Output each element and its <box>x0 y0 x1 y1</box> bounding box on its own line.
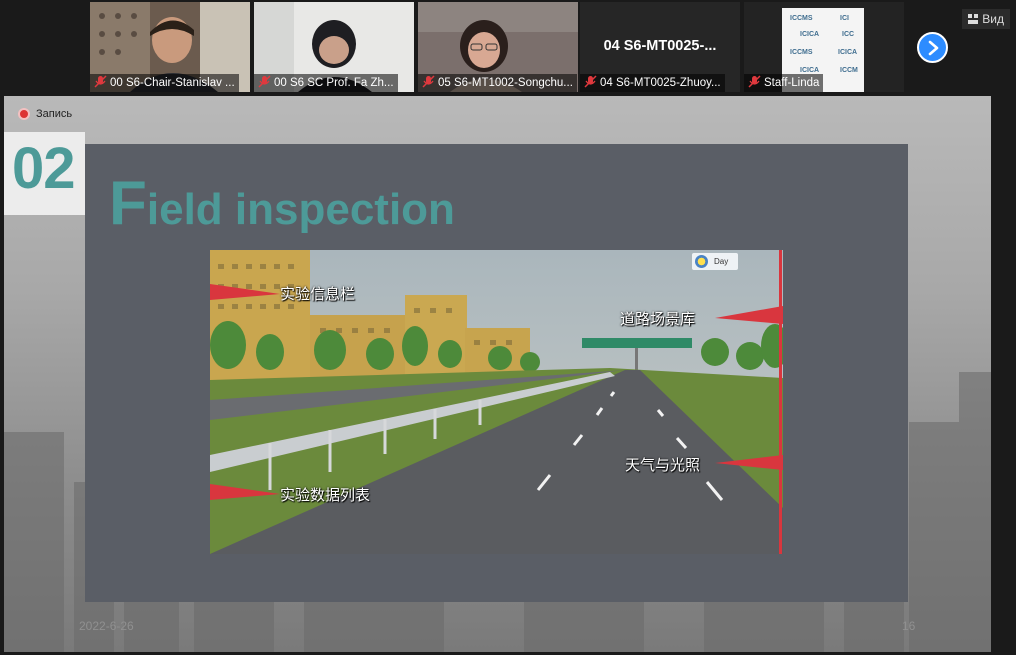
svg-text:ICICA: ICICA <box>800 31 819 38</box>
svg-text:ICCMS: ICCMS <box>790 15 813 22</box>
mic-muted-icon <box>422 75 435 88</box>
recording-indicator: Запись <box>18 108 72 120</box>
svg-text:ICCMS: ICCMS <box>790 49 813 56</box>
mic-muted-icon <box>584 75 597 88</box>
annotation-experiment-info: 实验信息栏 <box>280 286 356 303</box>
svg-text:ICI: ICI <box>840 15 849 22</box>
shared-screen: Запись 02 Field inspection Day 实验信息栏 道路场… <box>4 96 991 652</box>
next-page-button[interactable] <box>917 32 948 63</box>
grid-view-icon <box>968 14 979 24</box>
driving-simulator-screenshot: Day 实验信息栏 道路场景库 天气与光照 实验数据列表 <box>210 250 783 554</box>
section-number: 02 <box>12 136 76 201</box>
participant-display-name: 04 S6-MT0025-... <box>603 38 717 54</box>
chevron-right-icon <box>928 40 939 56</box>
participant-tile[interactable]: 04 S6-MT0025-... 04 S6-MT0025-Zhuoy... <box>580 2 740 92</box>
participant-name: 00 S6 SC Prof. Fa Zh... <box>254 74 398 92</box>
recording-label: Запись <box>36 108 73 120</box>
day-mode-badge: Day <box>692 253 738 270</box>
sun-icon <box>695 255 708 268</box>
record-icon <box>18 108 30 120</box>
participant-name: Staff-Linda <box>744 74 824 92</box>
slide-date: 2022-6-26 <box>79 619 134 633</box>
svg-text:ICCM: ICCM <box>840 67 858 74</box>
view-button[interactable]: Вид <box>962 9 1010 29</box>
mic-muted-icon <box>258 75 271 88</box>
annotation-weather-lighting: 天气与光照 <box>625 457 701 474</box>
participant-name: 04 S6-MT0025-Zhuoy... <box>580 74 725 92</box>
annotation-experiment-data-list: 实验数据列表 <box>280 487 371 504</box>
svg-text:ICICA: ICICA <box>838 49 857 56</box>
participant-tile[interactable]: 05 S6-MT1002-Songchu... <box>418 2 578 92</box>
participant-tile[interactable]: ICCMS ICI ICICA ICC ICCMS ICICA ICICA ICCM S… <box>744 2 904 92</box>
participant-name: 00 S6-Chair-Stanislav ... <box>90 74 239 92</box>
svg-text:ICICA: ICICA <box>800 67 819 74</box>
slide-title: Field inspection <box>109 169 455 238</box>
participant-tile[interactable]: 00 S6 SC Prof. Fa Zh... <box>254 2 414 92</box>
annotation-road-scene-library: 道路场景库 <box>620 311 696 328</box>
slide-page-number: 16 <box>902 619 916 633</box>
participant-tile[interactable]: 00 S6-Chair-Stanislav ... <box>90 2 250 92</box>
mic-muted-icon <box>748 75 761 88</box>
participant-strip: 00 S6-Chair-Stanislav ... 00 S6 SC Prof.… <box>0 0 1016 94</box>
participant-name: 05 S6-MT1002-Songchu... <box>418 74 577 92</box>
mic-muted-icon <box>94 75 107 88</box>
svg-text:ICC: ICC <box>842 31 854 38</box>
